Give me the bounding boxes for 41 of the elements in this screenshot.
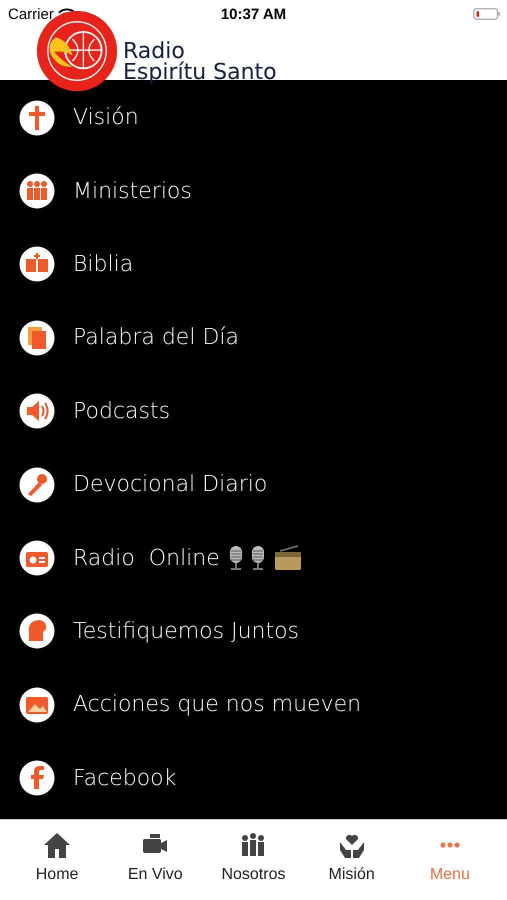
more-icon — [440, 842, 460, 848]
menu-label: Podcasts — [73, 398, 170, 424]
battery-icon — [473, 7, 501, 21]
carrier-name: Carrier — [8, 6, 54, 22]
menu-item[interactable]: Palabra del Día — [0, 301, 507, 375]
people-icon — [19, 173, 55, 210]
menu-item[interactable]: Acciones que nos mueven — [0, 668, 507, 742]
menu-label: Facebook — [73, 766, 176, 791]
person-speaking-icon — [19, 613, 55, 650]
book-icon — [19, 246, 55, 282]
tab[interactable]: Home — [12, 820, 102, 900]
menu-label: Acciones que nos mueven — [73, 692, 362, 718]
tab[interactable]: En Vivo — [110, 820, 200, 900]
document-icon — [19, 320, 55, 356]
facebook-icon — [19, 760, 55, 796]
app-title: Radio — [123, 40, 185, 62]
menu-label: Devocional Diario — [73, 472, 268, 498]
image-icon — [19, 686, 55, 723]
menu-item[interactable]: Podcasts — [0, 374, 507, 448]
tab[interactable]: Nosotros — [208, 820, 298, 900]
menu-label: Ministerios — [73, 178, 192, 204]
cross-icon — [19, 100, 55, 136]
menu-label: Biblia — [73, 252, 134, 277]
menu-item[interactable]: Visión — [0, 81, 507, 154]
menu-label: Palabra del Día — [73, 325, 239, 350]
tab[interactable]: Misión — [306, 820, 397, 900]
app-subtitle: Espirítu Santo — [123, 62, 277, 84]
microphone-icon — [19, 466, 55, 503]
speaker-icon — [19, 393, 55, 430]
menu-label: Visión — [73, 105, 139, 130]
menu-item[interactable]: Devocional Diario — [0, 448, 507, 522]
status-time: 10:37 AM — [220, 6, 286, 22]
menu-label: Testifiquemos Juntos — [73, 618, 300, 644]
radio-icon — [19, 540, 55, 576]
menu-item[interactable]: Facebook — [0, 742, 507, 815]
menu-label: Radio Online — [73, 546, 220, 571]
home-icon — [42, 830, 72, 860]
menu-item[interactable]: Ministerios — [0, 154, 507, 228]
menu-item[interactable]: Radio Online — [0, 521, 507, 595]
menu-item[interactable]: Biblia — [0, 228, 507, 302]
menu-item[interactable]: Testifiquemos Juntos — [0, 594, 507, 668]
